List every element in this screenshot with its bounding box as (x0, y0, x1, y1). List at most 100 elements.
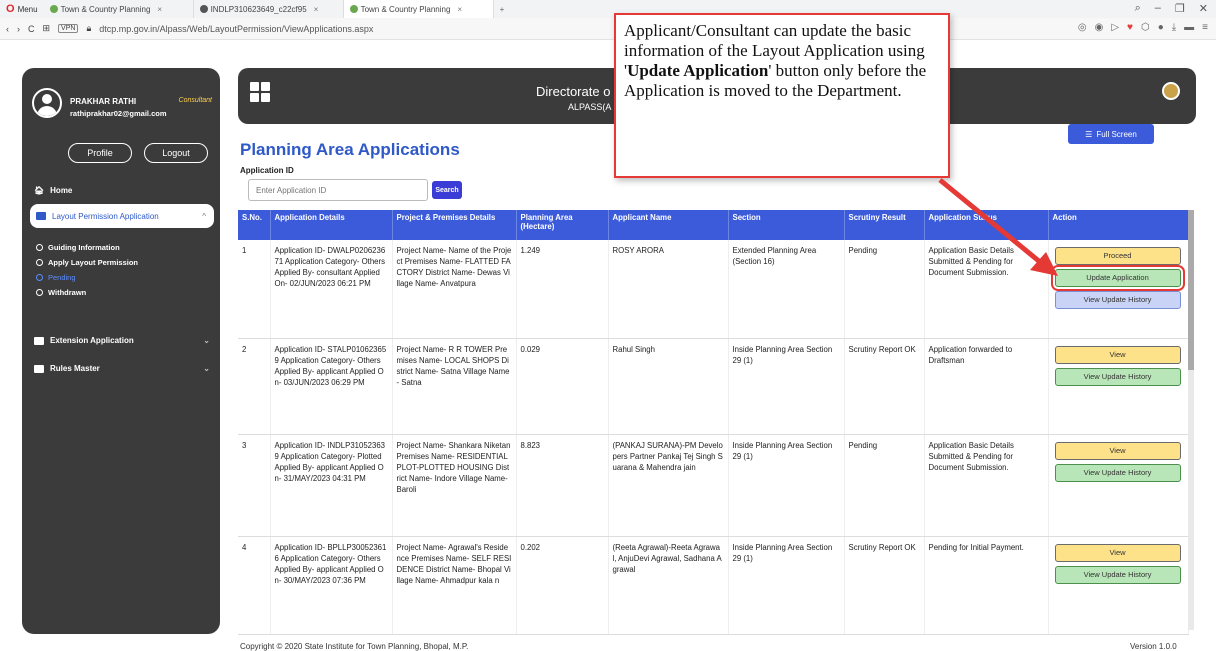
view-button[interactable]: View (1054, 345, 1181, 364)
sidebar-submenu: Guiding Information Apply Layout Permiss… (36, 240, 138, 300)
cell-application-details: Application ID- BPLLP300523616 Applicati… (270, 536, 393, 635)
cell-project-details: Project Name- R R TOWER Premises Name- L… (392, 338, 517, 435)
browser-menu-button[interactable]: O Menu (0, 3, 44, 15)
view-button[interactable]: View (1054, 543, 1181, 562)
cell-sno: 4 (238, 536, 271, 635)
sidebar-item-label: Withdrawn (48, 288, 87, 297)
back-icon[interactable]: ‹ (6, 24, 9, 34)
chevron-down-icon: ⌄ (203, 336, 210, 345)
play-icon[interactable]: ▷ (1111, 22, 1119, 33)
scrollbar-thumb[interactable] (1188, 210, 1194, 370)
sidebar: PRAKHAR RATHI Consultant rathiprakhar02@… (22, 68, 220, 634)
cell-application-details: Application ID- STALP010623659 Applicati… (270, 338, 393, 435)
cell-planning-area: 0.029 (516, 338, 609, 435)
table-header-row: S.No. Application Details Project & Prem… (238, 210, 1189, 240)
update-application-button[interactable]: Update Application (1050, 265, 1185, 291)
column-header: S.No. (238, 210, 271, 240)
shield-icon[interactable]: ◉ (1095, 22, 1104, 33)
tab-close-icon[interactable]: × (157, 5, 162, 14)
tab-title: INDLP310623649_c22cf95 (210, 4, 307, 14)
cell-application-details: Application ID- INDLP310523639 Applicati… (270, 434, 393, 537)
circle-icon (36, 244, 43, 251)
folder-icon (34, 364, 44, 373)
sidebar-item-layout-permission[interactable]: Layout Permission Application ^ (30, 204, 214, 228)
proceed-button[interactable]: Proceed (1054, 247, 1181, 265)
full-screen-button[interactable]: ☰ Full Screen (1068, 124, 1154, 144)
cell-project-details: Project Name- Shankara Niketan Premises … (392, 434, 517, 537)
download-icon[interactable]: ⤓ (1172, 22, 1176, 33)
cell-applicant-name: Rahul Singh (608, 338, 729, 435)
cube-icon[interactable]: ⬡ (1141, 22, 1150, 33)
cell-application-details: Application ID- DWALP020623671 Applicati… (270, 240, 393, 339)
user-profile-card: PRAKHAR RATHI Consultant rathiprakhar02@… (30, 78, 212, 178)
new-tab-button[interactable]: + (494, 5, 511, 14)
list-icon: ☰ (1085, 129, 1093, 139)
battery-icon[interactable]: ▬ (1184, 22, 1194, 33)
cell-scrutiny-result: Scrutiny Report OK (844, 338, 925, 435)
sidebar-item-extension-application[interactable]: Extension Application ⌄ (34, 336, 210, 345)
site-favicon-icon (49, 5, 58, 13)
cell-application-status: Pending for Initial Payment. (924, 536, 1049, 635)
tab-close-icon[interactable]: × (457, 5, 462, 14)
column-header: Applicant Name (608, 210, 729, 240)
view-update-history-button[interactable]: View Update History (1054, 565, 1181, 584)
cell-actions: View View Update History (1048, 536, 1189, 635)
close-window-icon[interactable]: ✕ (1199, 2, 1208, 15)
vpn-badge[interactable]: VPN (58, 24, 79, 33)
reload-icon[interactable]: C (28, 24, 35, 34)
sidebar-item-label: Extension Application (50, 336, 134, 345)
view-update-history-button[interactable]: View Update History (1054, 463, 1181, 482)
address-bar: ‹ › C ⊞ VPN 🔒︎ dtcp.mp.gov.in/Alpass/Web… (0, 18, 1216, 40)
snapshot-icon[interactable]: ◎ (1078, 22, 1087, 33)
view-update-history-button[interactable]: View Update History (1054, 291, 1181, 309)
menu-grid-icon[interactable] (250, 82, 270, 102)
easy-setup-icon[interactable]: ≡ (1202, 22, 1208, 33)
cell-section: Inside Planning Area Section 29 (1) (728, 434, 845, 537)
sidebar-item-rules-master[interactable]: Rules Master ⌄ (34, 364, 210, 373)
search-tabs-icon[interactable]: ⌕ (1135, 2, 1141, 15)
view-update-history-button[interactable]: View Update History (1054, 367, 1181, 386)
forward-icon[interactable]: › (17, 24, 20, 34)
view-button[interactable]: View (1054, 441, 1181, 460)
circle-icon (36, 259, 43, 266)
table-scrollbar[interactable] (1188, 210, 1194, 630)
sidebar-item-withdrawn[interactable]: Withdrawn (36, 285, 138, 300)
lock-icon: 🔒︎ (86, 23, 92, 33)
full-screen-label: Full Screen (1096, 129, 1137, 139)
browser-tab[interactable]: Town & Country Planning × (44, 0, 194, 18)
search-button[interactable]: Search (432, 181, 462, 199)
profile-button[interactable]: Profile (68, 143, 132, 163)
application-id-input[interactable] (248, 179, 428, 201)
sidebar-item-label: Guiding Information (48, 243, 120, 252)
state-emblem-icon (1162, 82, 1180, 100)
callout-text-bold: Update Application (627, 61, 769, 80)
speed-dial-icon[interactable]: ⊞ (43, 23, 51, 34)
table-row: 4 Application ID- BPLLP300523616 Applica… (238, 536, 1189, 635)
sidebar-item-guiding-information[interactable]: Guiding Information (36, 240, 138, 255)
cell-planning-area: 8.823 (516, 434, 609, 537)
cell-actions: Proceed Update Application View Update H… (1048, 240, 1189, 339)
url-field[interactable]: dtcp.mp.gov.in/Alpass/Web/LayoutPermissi… (99, 24, 373, 34)
heart-icon[interactable]: ♥ (1127, 22, 1133, 33)
restore-icon[interactable]: ❐ (1175, 2, 1185, 15)
banner-title: Directorate o (536, 84, 611, 99)
tab-title: Town & Country Planning (360, 4, 451, 14)
browser-tab-active[interactable]: Town & Country Planning × (343, 0, 494, 18)
column-header: Scrutiny Result (844, 210, 925, 240)
sidebar-item-home[interactable]: 🏠︎ Home (34, 186, 72, 195)
sidebar-item-label: Layout Permission Application (52, 211, 159, 221)
user-name: PRAKHAR RATHI (70, 97, 137, 106)
cell-applicant-name: (PANKAJ SURANA)-PM Developers Partner Pa… (608, 434, 729, 537)
tab-close-icon[interactable]: × (314, 5, 319, 14)
chevron-up-icon: ^ (202, 211, 206, 221)
cell-scrutiny-result: Scrutiny Report OK (844, 536, 925, 635)
user-icon[interactable]: ● (1158, 22, 1164, 33)
column-header: Application Details (270, 210, 393, 240)
browser-tab[interactable]: INDLP310623649_c22cf95 × (194, 0, 344, 18)
minimize-icon[interactable]: – (1155, 2, 1161, 15)
cell-project-details: Project Name- Name of the Project Premis… (392, 240, 517, 339)
logout-button[interactable]: Logout (144, 143, 208, 163)
sidebar-item-pending[interactable]: Pending (36, 270, 138, 285)
chevron-down-icon: ⌄ (203, 364, 210, 373)
sidebar-item-apply-layout-permission[interactable]: Apply Layout Permission (36, 255, 138, 270)
